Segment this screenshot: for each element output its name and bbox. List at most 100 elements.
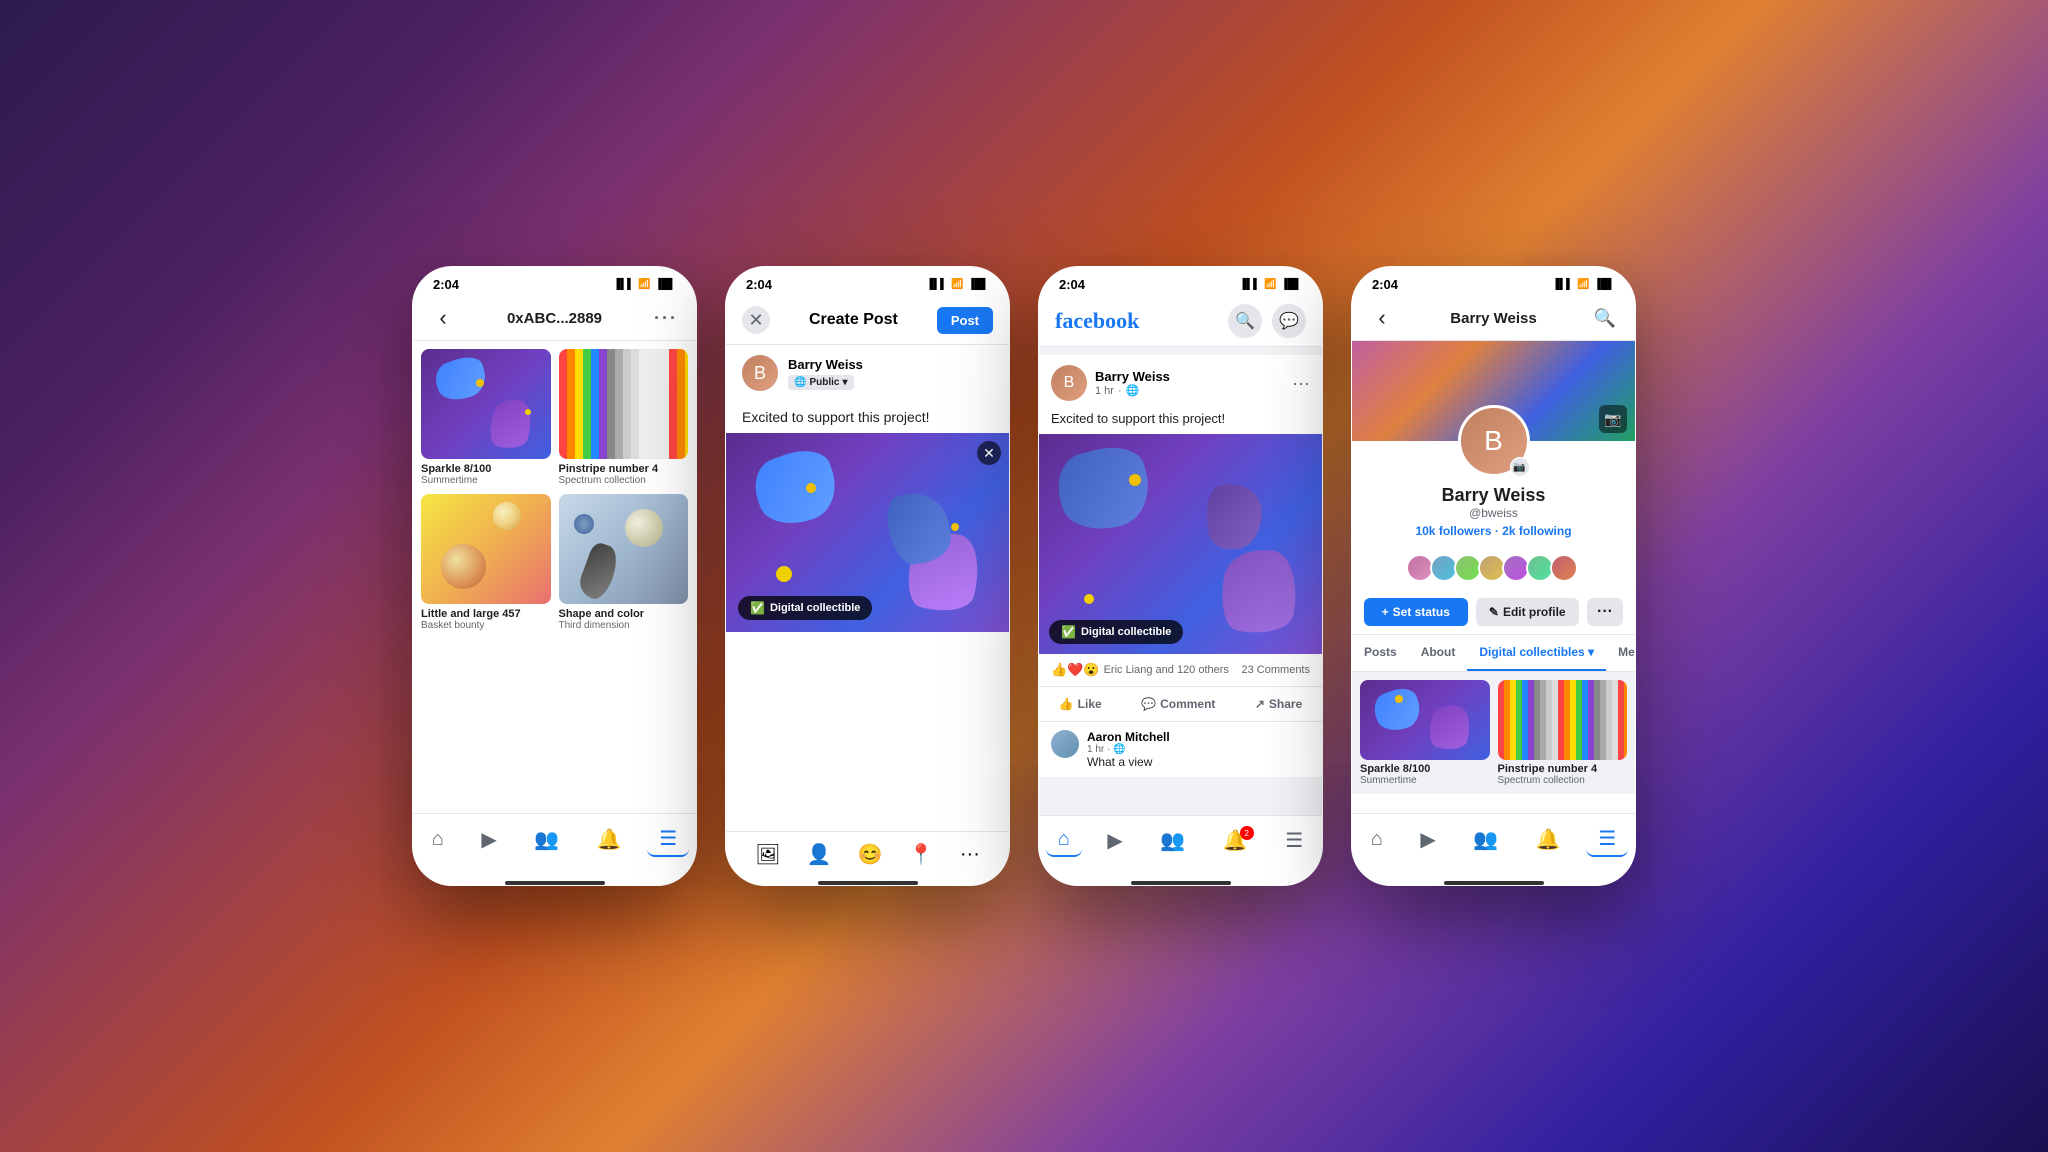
profile-nav: ‹ Barry Weiss 🔍 [1352, 296, 1635, 341]
nav-menu-4[interactable]: ☰ [1586, 822, 1628, 857]
location-tool[interactable]: 📍 [909, 842, 934, 867]
comment-button[interactable]: 💬 Comment [1129, 691, 1227, 717]
comment-author: Aaron Mitchell [1087, 730, 1170, 744]
status-time-4: 2:04 [1372, 277, 1398, 292]
emoji-tool[interactable]: 😊 [858, 842, 883, 867]
feed-more-button[interactable]: ··· [1292, 373, 1310, 394]
nav-menu-1[interactable]: ☰ [647, 822, 689, 857]
tag-tool[interactable]: 👤 [807, 842, 832, 867]
tab-about[interactable]: About [1409, 635, 1468, 671]
home-indicator-1 [505, 881, 605, 885]
avatar-camera-button[interactable]: 📷 [1510, 457, 1530, 477]
profile-display-name: Barry Weiss [1368, 485, 1619, 506]
video-icon: ▶ [481, 827, 496, 852]
set-status-button[interactable]: + Set status [1364, 598, 1468, 626]
gallery-item-little[interactable]: Little and large 457 Basket bounty [421, 494, 551, 631]
sparkle-title: Sparkle 8/100 [421, 463, 551, 475]
feed-comment: Aaron Mitchell 1 hr · 🌐 What a view [1039, 721, 1322, 777]
battery-icon-3: ▐█▌ [1281, 279, 1302, 290]
close-button[interactable]: ✕ [742, 306, 770, 334]
wifi-icon: 📶 [638, 279, 650, 290]
signal-icon: ▐▌▌ [613, 279, 634, 290]
status-icons-2: ▐▌▌ 📶 ▐█▌ [926, 279, 989, 290]
dot-separator: · [1118, 385, 1122, 397]
nav-bell-3[interactable]: 🔔 2 [1211, 824, 1260, 857]
comment-icon: 💬 [1141, 697, 1156, 711]
collectible-pinstripe[interactable]: Pinstripe number 4 Spectrum collection [1498, 680, 1628, 786]
share-button[interactable]: ↗ Share [1243, 691, 1314, 717]
battery-icon-2: ▐█▌ [968, 279, 989, 290]
signal-icon-2: ▐▌▌ [926, 279, 947, 290]
back-button[interactable]: ‹ [429, 304, 457, 332]
comment-avatar [1051, 730, 1079, 758]
following-count[interactable]: 2k [1502, 524, 1515, 538]
cover-camera-button[interactable]: 📷 [1599, 405, 1627, 433]
status-icons-1: ▐▌▌ 📶 ▐█▌ [613, 279, 676, 290]
nav-video-3[interactable]: ▶ [1095, 824, 1134, 857]
more-tool[interactable]: ··· [960, 843, 980, 866]
people-icon-4: 👥 [1473, 827, 1498, 852]
tab-mentions[interactable]: Mentions [1606, 635, 1635, 671]
feed-author-name: Barry Weiss [1095, 369, 1170, 384]
messenger-button[interactable]: 💬 [1272, 304, 1306, 338]
gallery-item-sparkle[interactable]: Sparkle 8/100 Summertime [421, 349, 551, 486]
feed-actions: 👍 Like 💬 Comment ↗ Share [1039, 687, 1322, 721]
nav-home-4[interactable]: ⌂ [1359, 824, 1395, 855]
video-icon-4: ▶ [1420, 827, 1435, 852]
shape-thumb [559, 494, 689, 604]
collectible-sparkle[interactable]: Sparkle 8/100 Summertime [1360, 680, 1490, 786]
fb-header-icons: 🔍 💬 [1228, 304, 1306, 338]
reaction-summary: 👍❤️😮 Eric Liang and 120 others [1051, 662, 1229, 678]
home-icon: ⌂ [432, 828, 444, 851]
profile-collectibles: Sparkle 8/100 Summertime Pinstripe numbe… [1352, 672, 1635, 794]
nav-home-3[interactable]: ⌂ [1046, 824, 1082, 857]
privacy-badge[interactable]: 🌐 Public ▾ [788, 375, 854, 390]
feed-author-info: B Barry Weiss 1 hr · 🌐 [1051, 365, 1170, 401]
more-actions-button[interactable]: ··· [1587, 598, 1623, 626]
dot-sep-2: · 🌐 [1107, 744, 1126, 755]
nav-menu-3[interactable]: ☰ [1273, 824, 1315, 857]
profile-back-button[interactable]: ‹ [1368, 304, 1396, 332]
profile-avatar-wrap: B 📷 [1458, 405, 1530, 477]
tab-digital-collectibles[interactable]: Digital collectibles ▾ [1467, 635, 1606, 671]
nav-video-1[interactable]: ▶ [469, 823, 508, 856]
profile-search-button[interactable]: 🔍 [1591, 304, 1619, 332]
nav-bell-1[interactable]: 🔔 [585, 823, 634, 856]
post-button[interactable]: Post [937, 307, 993, 334]
phone-nft-gallery: 2:04 ▐▌▌ 📶 ▐█▌ ‹ 0xABC...2889 ··· Sparkl… [412, 266, 697, 886]
wifi-icon-3: 📶 [1264, 279, 1276, 290]
nav-people-3[interactable]: 👥 [1148, 824, 1197, 857]
like-button[interactable]: 👍 Like [1047, 691, 1114, 717]
home-icon-3: ⌂ [1058, 828, 1070, 851]
friend-avatar-7[interactable] [1550, 554, 1578, 582]
nav-home-1[interactable]: ⌂ [420, 824, 456, 855]
status-bar-4: 2:04 ▐▌▌ 📶 ▐█▌ [1352, 267, 1635, 296]
edit-profile-button[interactable]: ✎ Edit profile [1476, 598, 1580, 626]
photo-tool[interactable]: 🖼 [755, 842, 780, 867]
nav-video-4[interactable]: ▶ [1408, 823, 1447, 856]
search-button[interactable]: 🔍 [1228, 304, 1262, 338]
status-icons-3: ▐▌▌ 📶 ▐█▌ [1239, 279, 1302, 290]
image-close-button[interactable]: ✕ [977, 441, 1001, 465]
status-bar-3: 2:04 ▐▌▌ 📶 ▐█▌ [1039, 267, 1322, 296]
comment-content: Aaron Mitchell 1 hr · 🌐 What a view [1087, 730, 1170, 769]
status-time-3: 2:04 [1059, 277, 1085, 292]
share-icon: ↗ [1255, 697, 1265, 711]
set-status-label: Set status [1393, 605, 1450, 619]
home-indicator-4 [1444, 881, 1544, 885]
shape-sub: Third dimension [559, 620, 689, 631]
more-button[interactable]: ··· [652, 304, 680, 332]
home-icon-4: ⌂ [1371, 828, 1383, 851]
nav-people-4[interactable]: 👥 [1461, 823, 1510, 856]
gallery-item-pinstripe[interactable]: Pinstripe number 4 Spectrum collection [559, 349, 689, 486]
nav-people-1[interactable]: 👥 [522, 823, 571, 856]
followers-count[interactable]: 10k [1415, 524, 1435, 538]
signal-icon-4: ▐▌▌ [1552, 279, 1573, 290]
gallery-title: 0xABC...2889 [507, 310, 602, 327]
status-bar-1: 2:04 ▐▌▌ 📶 ▐█▌ [413, 267, 696, 296]
tab-posts[interactable]: Posts [1352, 635, 1409, 671]
status-time-2: 2:04 [746, 277, 772, 292]
gallery-item-shape[interactable]: Shape and color Third dimension [559, 494, 689, 631]
nav-bell-4[interactable]: 🔔 [1524, 823, 1573, 856]
bottom-nav-1: ⌂ ▶ 👥 🔔 ☰ [413, 813, 696, 877]
